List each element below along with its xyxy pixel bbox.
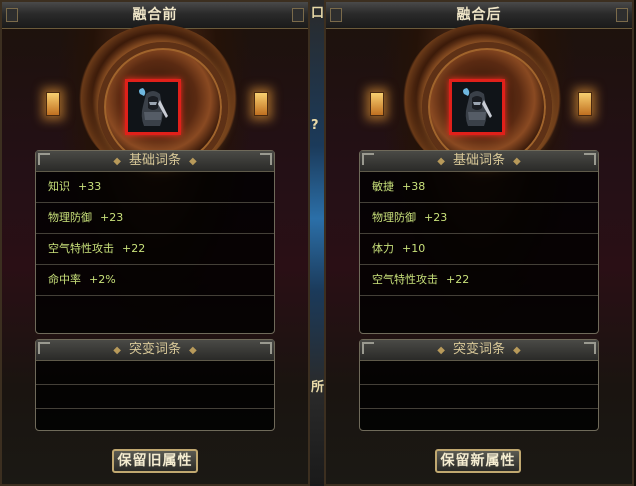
attribute-row: 体力 +10 — [360, 234, 598, 265]
base-attributes-title: 基础词条 — [452, 153, 505, 168]
base-attributes-box: ◆ 基础词条 ◆ 知识 +33 物理防御 +23 空气特性攻击 +22 命中率 +2% — [35, 150, 275, 334]
background-glyph-top: 口 — [311, 6, 325, 21]
lantern-icon — [46, 92, 60, 116]
background-strip — [310, 0, 324, 486]
attribute-row: 知识 +33 — [36, 172, 274, 203]
keep-old-attributes-button[interactable]: 保留旧属性 — [112, 449, 198, 473]
mutation-row — [360, 385, 598, 409]
mutation-row — [36, 361, 274, 385]
attribute-value: +38 — [402, 180, 426, 193]
attribute-row: 物理防御 +23 — [360, 203, 598, 234]
keep-new-attributes-button[interactable]: 保留新属性 — [435, 449, 521, 473]
panel-after-fusion: 融合后 ◆ 基础词条 ◆ 敏捷 +38 物理防御 +23 体力 +10 空气特性攻击 +22 — [324, 0, 634, 486]
attribute-name: 空气特性攻击 — [48, 242, 114, 255]
mutation-attributes-header: ◆ 突变词条 ◆ — [36, 340, 274, 361]
mutation-attributes-header: ◆ 突变词条 ◆ — [360, 340, 598, 361]
mutation-attributes-title: 突变词条 — [128, 342, 181, 357]
attribute-row: 空气特性攻击 +22 — [360, 265, 598, 296]
mutation-row — [360, 361, 598, 385]
attribute-value: +23 — [100, 211, 124, 224]
attribute-name: 敏捷 — [372, 180, 394, 193]
item-slot[interactable] — [449, 79, 505, 135]
mutation-attributes-box: ◆ 突变词条 ◆ — [359, 339, 599, 431]
attribute-row: 物理防御 +23 — [36, 203, 274, 234]
hooded-warrior-icon — [463, 88, 492, 126]
hooded-warrior-icon — [139, 88, 168, 126]
attribute-name: 空气特性攻击 — [372, 273, 438, 286]
lantern-icon — [370, 92, 384, 116]
attribute-row: 敏捷 +38 — [360, 172, 598, 203]
base-attributes-header: ◆ 基础词条 ◆ — [360, 151, 598, 172]
attribute-name: 知识 — [48, 180, 70, 193]
attribute-value: +33 — [78, 180, 102, 193]
attribute-value: +22 — [122, 242, 146, 255]
mutation-row — [36, 385, 274, 409]
attribute-row: 命中率 +2% — [36, 265, 274, 296]
base-attributes-title: 基础词条 — [128, 153, 181, 168]
attribute-name: 体力 — [372, 242, 394, 255]
attribute-value: +23 — [424, 211, 448, 224]
attribute-value: +10 — [402, 242, 426, 255]
background-glyph-bottom: 所 — [311, 380, 325, 395]
attribute-name: 命中率 — [48, 273, 81, 286]
base-attributes-header: ◆ 基础词条 ◆ — [36, 151, 274, 172]
attribute-name: 物理防御 — [48, 211, 92, 224]
lantern-icon — [254, 92, 268, 116]
base-attributes-box: ◆ 基础词条 ◆ 敏捷 +38 物理防御 +23 体力 +10 空气特性攻击 +22 — [359, 150, 599, 334]
help-glyph: ? — [311, 118, 319, 133]
mutation-attributes-box: ◆ 突变词条 ◆ — [35, 339, 275, 431]
panel-before-fusion: 融合前 ◆ 基础词条 ◆ 知识 +33 物理防御 +23 空气特性攻击 +22 命中率 +2… — [0, 0, 310, 486]
mutation-attributes-title: 突变词条 — [452, 342, 505, 357]
attribute-value: +22 — [446, 273, 470, 286]
item-slot[interactable] — [125, 79, 181, 135]
attribute-row: 空气特性攻击 +22 — [36, 234, 274, 265]
attribute-name: 物理防御 — [372, 211, 416, 224]
lantern-icon — [578, 92, 592, 116]
attribute-value: +2% — [89, 273, 116, 286]
